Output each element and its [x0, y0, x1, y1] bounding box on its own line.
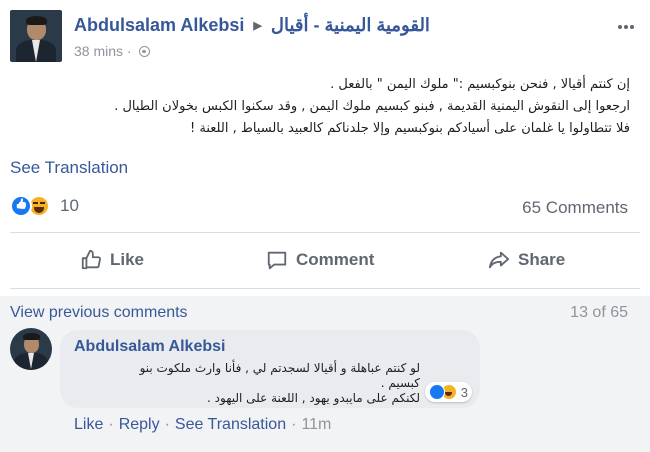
reaction-count[interactable]: 10	[60, 196, 79, 216]
post-meta: 38 mins ·	[74, 43, 151, 59]
post-time[interactable]: 38 mins	[74, 43, 123, 59]
like-label: Like	[110, 250, 145, 269]
share-label: Share	[518, 250, 566, 269]
like-reaction-icon	[10, 195, 32, 217]
view-previous-comments-link[interactable]: View previous comments	[10, 304, 188, 322]
post-body-line: فلا تتطاولوا يا غلمان على أسيادكم بنوكبس…	[190, 121, 630, 136]
comments-count-link[interactable]: 65 Comments	[522, 198, 628, 218]
share-icon	[488, 251, 510, 269]
comment-text-line: لكنكم على مايبدو يهود , اللعنة على اليهو…	[207, 391, 420, 405]
comment-author[interactable]: Abdulsalam Alkebsi	[74, 338, 225, 356]
comment-icon	[267, 251, 287, 270]
post-body: إن كنتم أقيالا , فنحن بنوكبسيم :" ملوك ا…	[10, 74, 640, 140]
post-author-line: Abdulsalam Alkebsi ▶ القومية اليمنية - أ…	[74, 15, 430, 36]
comment-reply-link[interactable]: Reply	[119, 416, 160, 433]
comment-reaction-summary[interactable]: 3	[424, 382, 472, 402]
post-action-bar: Like Comment Share	[10, 238, 640, 282]
comment-label: Comment	[296, 250, 375, 269]
comments-section: View previous comments 13 of 65 Abdulsal…	[0, 296, 650, 452]
comment-text-line: لو كنتم عباهلة و أقيالا لسجدتم لي , فأنا…	[139, 361, 420, 390]
author-avatar[interactable]	[10, 10, 62, 62]
more-options-icon[interactable]	[618, 16, 638, 29]
caret-right-icon: ▶	[253, 20, 262, 32]
like-reaction-icon	[428, 384, 445, 400]
post-header: Abdulsalam Alkebsi ▶ القومية اليمنية - أ…	[10, 10, 640, 62]
group-name-link[interactable]: القومية اليمنية - أقيال	[271, 15, 430, 35]
post-author-name[interactable]: Abdulsalam Alkebsi	[74, 15, 244, 35]
share-button[interactable]: Share	[488, 238, 565, 282]
comment-text: لو كنتم عباهلة و أقيالا لسجدتم لي , فأنا…	[120, 361, 420, 406]
comment-actions: Like · Reply · See Translation · 11m	[74, 416, 332, 433]
post-body-line: إن كنتم أقيالا , فنحن بنوكبسيم :" ملوك ا…	[330, 77, 630, 92]
thumbs-up-icon	[81, 249, 101, 270]
comment-like-link[interactable]: Like	[74, 416, 103, 433]
comment-bubble: Abdulsalam Alkebsi لو كنتم عباهلة و أقيا…	[60, 330, 480, 408]
commenter-avatar[interactable]	[10, 328, 52, 370]
comments-page-count: 13 of 65	[570, 304, 628, 321]
comment-see-translation-link[interactable]: See Translation	[175, 416, 286, 433]
post-body-line: ارجعوا إلى النقوش اليمنية القديمة , فبنو…	[114, 99, 630, 114]
divider	[10, 288, 640, 289]
see-translation-link[interactable]: See Translation	[10, 158, 128, 178]
comment-button[interactable]: Comment	[266, 238, 374, 282]
comment-time[interactable]: 11m	[301, 416, 331, 433]
globe-icon	[139, 46, 151, 57]
divider	[10, 232, 640, 233]
comment-reaction-count: 3	[460, 384, 468, 400]
like-button[interactable]: Like	[80, 238, 144, 282]
